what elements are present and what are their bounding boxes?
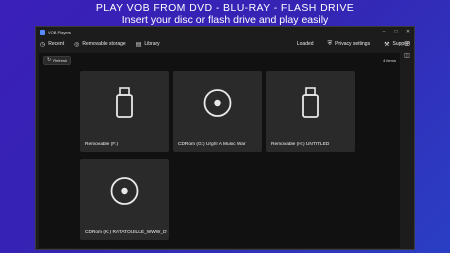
nav-removable-button[interactable]: ◎ Removable storage (74, 41, 126, 48)
usb-drive-icon (302, 87, 319, 118)
promo-line-1: PLAY VOB FROM DVD - BLU-RAY - FLASH DRIV… (95, 2, 355, 14)
drive-tile[interactable]: CDRom (K:) RATATOUILLE_WWW_DVD (80, 159, 169, 240)
nav-recent-label: Recent (48, 41, 65, 47)
disc-icon (203, 89, 232, 117)
drive-label: Removable (H:) UNTITLED (271, 142, 330, 147)
wrench-icon: ⚒ (384, 41, 390, 48)
status-label: Loaded (296, 41, 314, 47)
refresh-label: Refresh (53, 57, 68, 63)
drive-label: CDRom (K:) RATATOUILLE_WWW_DVD (85, 230, 167, 235)
drive-label: CDRom (G:) Urgh! A Music War (178, 142, 246, 147)
drives-toolbar: ↻ Refresh 4 items (39, 53, 400, 67)
maximize-icon[interactable]: □ (390, 29, 402, 35)
usb-drive-icon (116, 87, 133, 118)
title-bar: VOB Players – □ ✕ (36, 27, 414, 37)
privacy-settings-button[interactable]: ⛨ Privacy settings (328, 41, 371, 48)
menu-icon[interactable]: ☰ (404, 41, 409, 48)
library-icon: ▤ (135, 41, 142, 48)
disc-icon (110, 177, 139, 205)
drive-label: Removable (F:) (85, 142, 119, 147)
app-logo-icon (40, 29, 45, 35)
promo-headline: PLAY VOB FROM DVD - BLU-RAY - FLASH DRIV… (0, 2, 450, 26)
drive-tile[interactable]: Removable (F:) (80, 71, 169, 152)
disc-icon: ◎ (74, 41, 80, 48)
minimize-icon[interactable]: – (378, 29, 390, 35)
window-title: VOB Players (48, 29, 71, 35)
refresh-icon: ↻ (47, 57, 52, 63)
app-window: VOB Players – □ ✕ ◷ Recent ◎ Removable s… (35, 26, 415, 250)
window-controls: – □ ✕ (378, 29, 414, 35)
status-text: Loaded (297, 41, 314, 47)
nav-library-button[interactable]: ▤ Library (136, 41, 160, 48)
drive-tile[interactable]: CDRom (G:) Urgh! A Music War (173, 71, 262, 152)
panel-icon[interactable]: ◫ (404, 52, 410, 59)
item-count: 4 items (383, 57, 396, 63)
drive-tile[interactable]: Removable (H:) UNTITLED (266, 71, 355, 152)
side-rail: ☰ ◫ (400, 37, 414, 249)
drives-panel: ↻ Refresh 4 items Removable (F:) CDRom (… (39, 53, 400, 248)
nav-library-label: Library (144, 41, 160, 47)
close-icon[interactable]: ✕ (402, 29, 414, 35)
refresh-button[interactable]: ↻ Refresh (43, 55, 72, 65)
nav-bar: ◷ Recent ◎ Removable storage ▤ Library L… (36, 37, 414, 51)
promo-line-2: Insert your disc or flash drive and play… (121, 14, 329, 26)
nav-removable-label: Removable storage (82, 41, 126, 47)
clock-icon: ◷ (40, 41, 46, 48)
privacy-settings-label: Privacy settings (335, 41, 371, 47)
shield-icon: ⛨ (327, 40, 333, 47)
nav-recent-button[interactable]: ◷ Recent (40, 41, 64, 48)
